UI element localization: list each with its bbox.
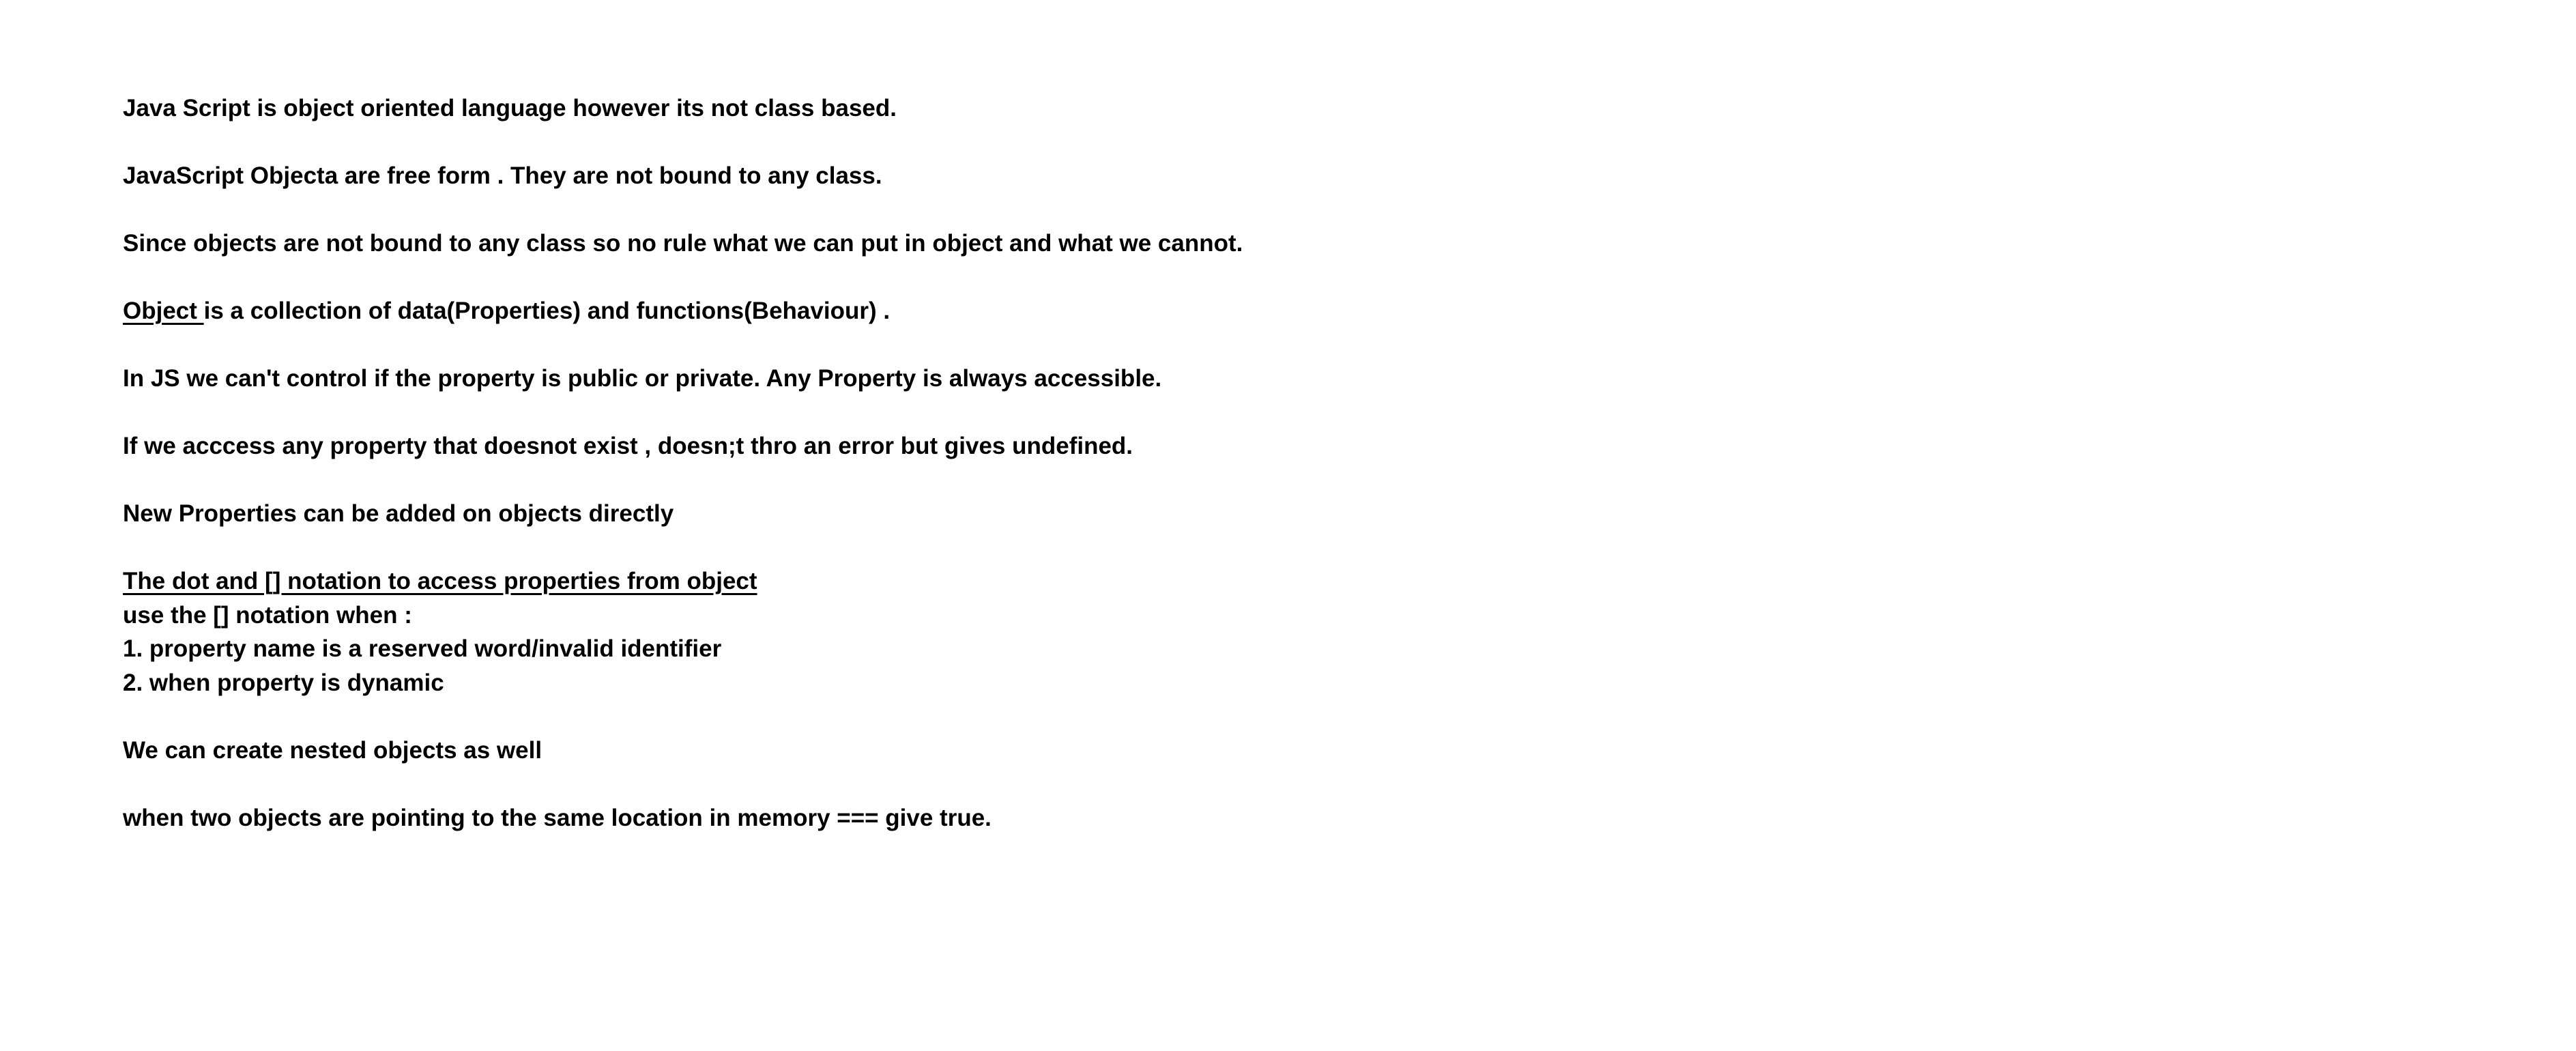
list-item: 1. property name is a reserved word/inva… (123, 635, 722, 662)
section-heading-line: The dot and [] notation to access proper… (123, 564, 1761, 599)
note-line: New Properties can be added on objects d… (123, 500, 674, 527)
note-line: In JS we can't control if the property i… (123, 365, 1162, 392)
note-line: when two objects are pointing to the sam… (123, 804, 992, 831)
note-line: Object is a collection of data(Propertie… (123, 294, 1761, 328)
list-item: 2. when property is dynamic (123, 669, 444, 696)
note-line: Java Script is object oriented language … (123, 95, 897, 121)
document-page: Java Script is object oriented language … (0, 0, 2576, 1051)
note-line: Since objects are not bound to any class… (123, 230, 1243, 257)
note-line: use the [] notation when : (123, 601, 412, 629)
section-heading: The dot and [] notation to access proper… (123, 568, 757, 594)
underlined-term: Object (123, 298, 204, 324)
note-line: If we acccess any property that doesnot … (123, 433, 1133, 459)
note-text: is a collection of data(Properties) and … (203, 298, 891, 324)
notes-body: Java Script is object oriented language … (123, 91, 1761, 835)
note-line: JavaScript Objecta are free form . They … (123, 162, 882, 189)
note-line: We can create nested objects as well (123, 736, 542, 764)
